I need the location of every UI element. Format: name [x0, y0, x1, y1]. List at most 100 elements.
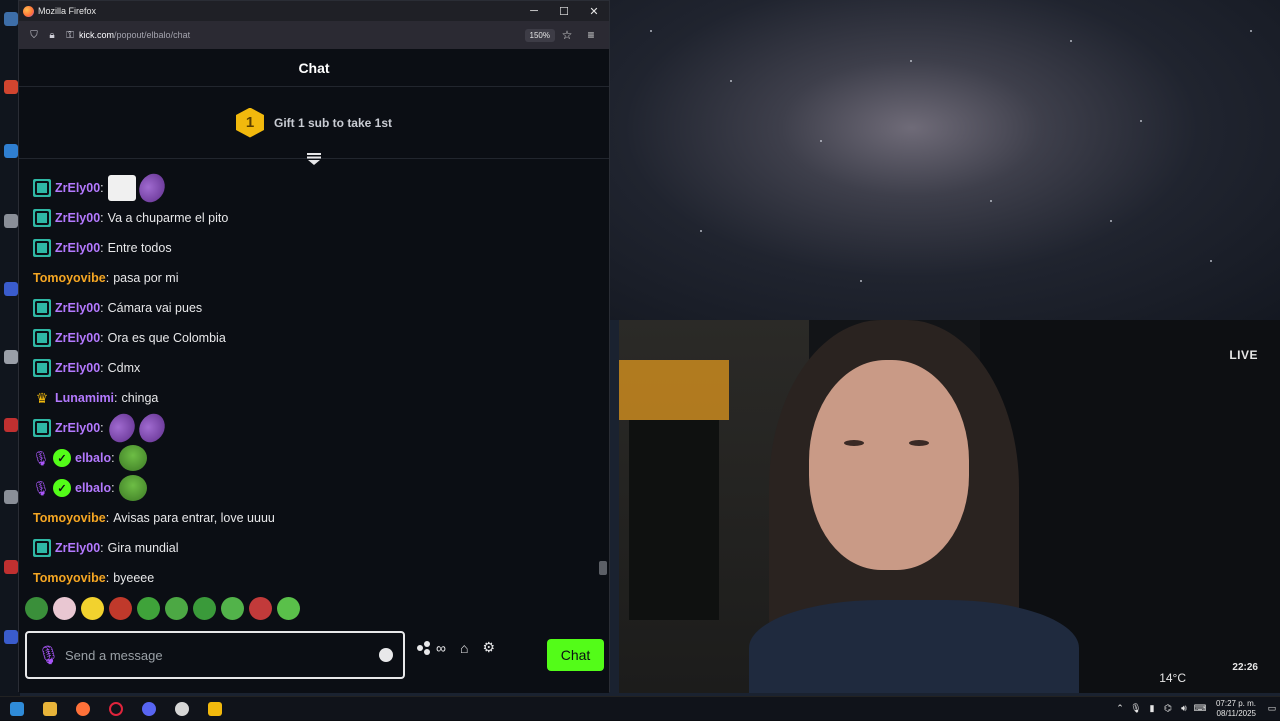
minimize-icon[interactable]: ─	[519, 5, 549, 17]
chat-username[interactable]: ZrEly00	[55, 541, 100, 555]
message-input[interactable]	[65, 647, 379, 663]
emote-bucket-icon[interactable]	[193, 597, 216, 620]
emote-green-face-icon[interactable]	[137, 597, 160, 620]
channel-points-button[interactable]: ∞	[417, 640, 446, 656]
notification-icon[interactable]: ▭	[1264, 703, 1280, 714]
message-list: ZrEly00: ZrEly00: Va a chuparme el pito ZrE…	[32, 169, 603, 593]
taskbar-rockstar[interactable]	[198, 697, 231, 721]
verified-badge-icon[interactable]: ✓	[53, 479, 71, 497]
desktop-icon[interactable]	[4, 418, 18, 432]
taskbar-explorer[interactable]	[33, 697, 66, 721]
chat-username[interactable]: ZrEly00	[55, 361, 100, 375]
emote-eggplant-icon[interactable]	[133, 409, 171, 447]
chat-username[interactable]: Tomoyovibe	[33, 571, 106, 585]
subscriber-badge-icon[interactable]	[33, 209, 51, 227]
hamburger-menu-icon[interactable]: ≡	[579, 28, 603, 42]
gear-icon[interactable]: ⚙	[482, 639, 495, 656]
volume-icon[interactable]: 🔊︎	[1176, 703, 1192, 714]
collapse-chevron-icon[interactable]	[307, 153, 321, 165]
emote-heart-frog-icon[interactable]	[165, 597, 188, 620]
taskbar-firefox[interactable]	[66, 697, 99, 721]
store-icon[interactable]: ⌂	[460, 640, 468, 656]
desktop-icon[interactable]	[4, 12, 18, 26]
emote-cat-icon[interactable]	[53, 597, 76, 620]
subscriber-badge-icon[interactable]	[33, 359, 51, 377]
subscriber-badge-icon[interactable]	[33, 329, 51, 347]
emote-paper-icon[interactable]	[107, 175, 136, 201]
chat-username[interactable]: ZrEly00	[55, 421, 100, 435]
shield-icon[interactable]: ⛉	[25, 30, 43, 41]
subscriber-badge-icon[interactable]	[33, 299, 51, 317]
message-composer[interactable]: 🎙︎	[25, 631, 405, 679]
taskbar-obs[interactable]	[165, 697, 198, 721]
lock-icon[interactable]: 🔒︎	[43, 30, 61, 41]
start-button[interactable]	[0, 697, 33, 721]
chevron-up-icon[interactable]: ⌃	[1112, 703, 1128, 714]
chat-username[interactable]: Tomoyovibe	[33, 271, 106, 285]
emote-frog-icon[interactable]	[118, 475, 147, 501]
chat-username[interactable]: ZrEly00	[55, 301, 100, 315]
subscriber-badge-icon[interactable]	[33, 419, 51, 437]
desktop-icon[interactable]	[4, 350, 18, 364]
zoom-level-button[interactable]: 150%	[524, 28, 555, 42]
desktop-icon[interactable]	[4, 80, 18, 94]
scrollbar-thumb[interactable]	[599, 561, 607, 575]
emote-frog-icon[interactable]	[25, 597, 48, 620]
address-bar[interactable]: ⛉ 🔒︎ ⚿ kick.com/popout/elbalo/chat 150% …	[19, 21, 609, 49]
url-text[interactable]: kick.com/popout/elbalo/chat	[79, 30, 190, 40]
subscriber-badge-icon[interactable]	[33, 539, 51, 557]
emote-hat-icon[interactable]	[109, 597, 132, 620]
chat-username[interactable]: ZrEly00	[55, 241, 100, 255]
desktop-icon[interactable]	[4, 490, 18, 504]
emoji-picker-icon[interactable]	[379, 648, 393, 662]
emote-frog-icon[interactable]	[118, 445, 147, 471]
taskbar-discord[interactable]	[132, 697, 165, 721]
chat-username[interactable]: elbalo	[75, 481, 111, 495]
gift-leaderboard[interactable]: 1 Gift 1 sub to take 1st	[19, 87, 609, 159]
desktop-icon[interactable]	[4, 144, 18, 158]
chat-username[interactable]: Tomoyovibe	[33, 511, 106, 525]
emote-red-box-icon[interactable]	[249, 597, 272, 620]
emote-skull-frog-icon[interactable]	[221, 597, 244, 620]
bookmark-star-icon[interactable]: ☆	[555, 28, 579, 42]
microphone-icon[interactable]: 🎙︎	[37, 645, 65, 666]
clock-time: 07:27 p. m.	[1215, 698, 1256, 708]
microphone-icon[interactable]: 🎙︎	[1128, 703, 1144, 714]
permissions-icon[interactable]: ⚿	[61, 30, 79, 41]
stream-video[interactable]: LIVE 14°C 22:26	[619, 320, 1280, 693]
broadcaster-badge-icon[interactable]: 🎙︎	[32, 479, 50, 497]
firefox-icon	[23, 5, 34, 17]
desktop-icon[interactable]	[4, 630, 18, 644]
keyboard-icon[interactable]: ⌨	[1192, 703, 1208, 714]
verified-badge-icon[interactable]: ✓	[53, 449, 71, 467]
desktop-icon[interactable]	[4, 214, 18, 228]
video-clock: 22:26	[1232, 662, 1258, 673]
subscriber-badge-icon[interactable]	[33, 239, 51, 257]
send-chat-button[interactable]: Chat	[547, 639, 604, 671]
chat-scrollbar[interactable]	[599, 169, 607, 589]
chat-username[interactable]: elbalo	[75, 451, 111, 465]
chat-username[interactable]: Lunamimi	[55, 391, 114, 405]
close-icon[interactable]: ✕	[579, 5, 609, 18]
desktop-icon[interactable]	[4, 560, 18, 574]
emote-eggplant-icon[interactable]	[103, 409, 141, 447]
taskbar-opera[interactable]	[99, 697, 132, 721]
emote-smile-icon[interactable]	[277, 597, 300, 620]
battery-icon[interactable]: ▮	[1144, 703, 1160, 714]
chat-message-text: chinga	[121, 391, 159, 405]
taskbar-clock[interactable]: 07:27 p. m. 08/11/2025	[1208, 699, 1264, 719]
chat-username[interactable]: ZrEly00	[55, 331, 100, 345]
chat-panel: Chat 1 Gift 1 sub to take 1st ZrEly00: Zr…	[19, 49, 609, 693]
subscriber-badge-icon[interactable]	[33, 179, 51, 197]
crown-badge-icon[interactable]: ♛	[33, 389, 51, 407]
chat-message-text: byeeee	[113, 571, 155, 585]
broadcaster-badge-icon[interactable]: 🎙︎	[32, 449, 50, 467]
username-separator: :	[100, 241, 104, 255]
network-icon[interactable]: ⌬	[1160, 703, 1176, 714]
emote-eggplant-icon[interactable]	[133, 169, 171, 207]
chat-username[interactable]: ZrEly00	[55, 181, 100, 195]
chat-username[interactable]: ZrEly00	[55, 211, 100, 225]
desktop-icon[interactable]	[4, 282, 18, 296]
emote-yellow-face-icon[interactable]	[81, 597, 104, 620]
maximize-icon[interactable]: ☐	[549, 5, 579, 18]
